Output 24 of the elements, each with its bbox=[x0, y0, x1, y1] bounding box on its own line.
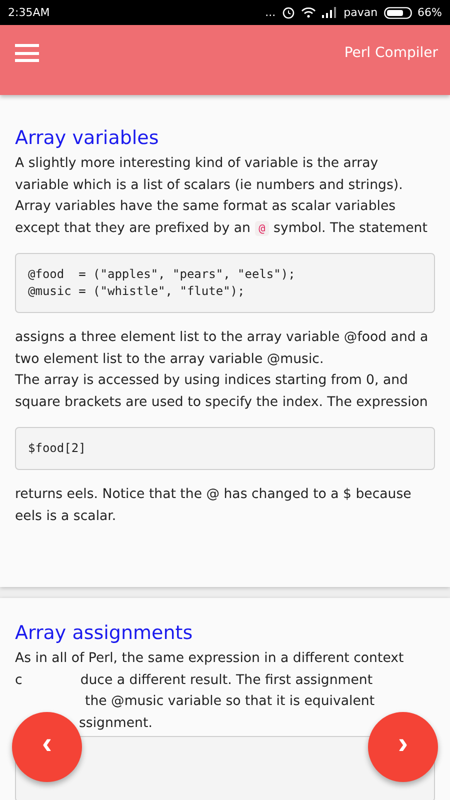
status-time: 2:35AM bbox=[8, 6, 50, 19]
paragraph-fragment: the @music variable so that it is equivalent bbox=[85, 693, 375, 711]
carrier-name: pavan bbox=[344, 6, 378, 19]
battery-icon bbox=[384, 6, 412, 18]
code-block: $food[2] bbox=[15, 427, 435, 470]
signal-icon bbox=[322, 7, 338, 18]
notification-dots: ... bbox=[265, 6, 276, 19]
paragraph: assigns a three element list to the array variable @food and a two element list to the array variable @music. bbox=[15, 329, 430, 368]
battery-percent: 66% bbox=[418, 6, 442, 19]
paragraph-fragment: duce a different result. The first assignment bbox=[80, 672, 373, 690]
alarm-clock-icon bbox=[282, 6, 295, 19]
paragraph-fragment: As in all of Perl, the same expression in a different context bbox=[15, 650, 404, 668]
menu-button[interactable] bbox=[15, 44, 39, 62]
section-heading: Array assignments bbox=[15, 622, 194, 644]
paragraph: The array is accessed by using indices starting from 0, and square brackets are used to specify the index. The expression bbox=[15, 372, 429, 412]
inline-code: @ bbox=[254, 220, 270, 236]
app-title: Perl Compiler bbox=[344, 45, 438, 61]
code-block: @food = ("apples", "pears", "eels"); @music = ("whistle", "flute"); bbox=[15, 253, 435, 313]
paragraph-fragment: c bbox=[15, 672, 22, 690]
section-heading: Array variables bbox=[15, 127, 160, 149]
paragraph: returns eels. Notice that the @ has changed to a $ because eels is a scalar. bbox=[15, 486, 412, 526]
paragraph: A slightly more interesting kind of variable is the array variable which is a list of scalars (ie numbers and strings). Array variables have the same format as scalar variables except that they are prefixed by an @ symbol. The statement bbox=[15, 155, 428, 238]
paragraph-fragment: ssignment. bbox=[79, 714, 152, 732]
wifi-icon bbox=[300, 7, 316, 18]
